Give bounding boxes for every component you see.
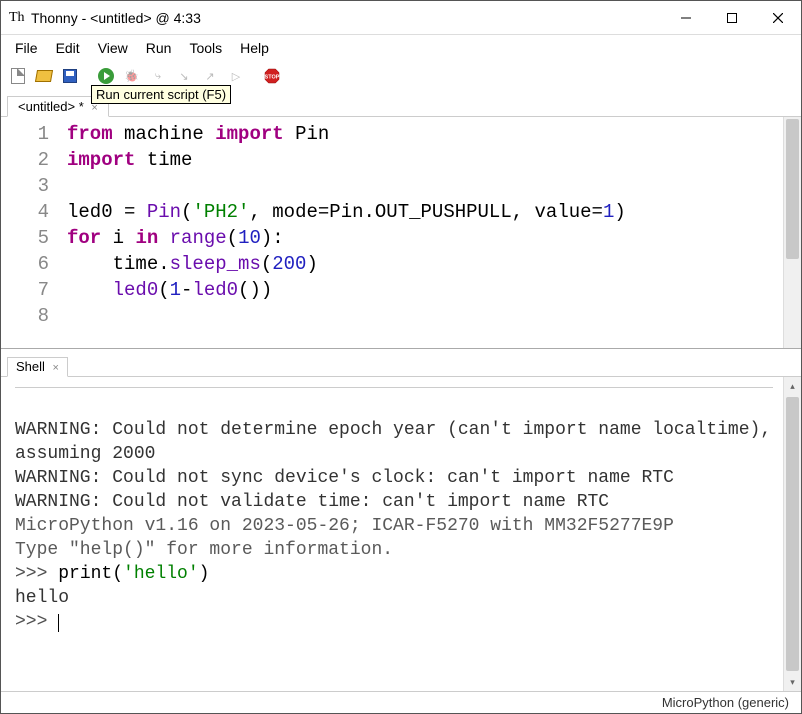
save-icon bbox=[63, 69, 77, 83]
code-editor[interactable]: from machine import Pinimport time led0 … bbox=[59, 117, 783, 348]
run-icon bbox=[98, 68, 114, 84]
code-line[interactable]: from machine import Pin bbox=[67, 121, 775, 147]
shell-scrollbar[interactable]: ▴ ▾ bbox=[783, 377, 801, 691]
status-bar: MicroPython (generic) bbox=[1, 691, 801, 713]
interpreter-label[interactable]: MicroPython (generic) bbox=[662, 695, 789, 710]
app-icon: Th bbox=[9, 10, 25, 26]
resume-button[interactable]: ▷ bbox=[225, 65, 247, 87]
resume-icon: ▷ bbox=[228, 68, 244, 84]
step-out-icon: ↗ bbox=[202, 68, 218, 84]
line-number: 5 bbox=[1, 225, 49, 251]
editor-tab-label: <untitled> * bbox=[18, 99, 84, 114]
step-over-button[interactable]: ⤷ bbox=[147, 65, 169, 87]
scroll-up-icon[interactable]: ▴ bbox=[784, 377, 801, 395]
editor-area: 12345678 from machine import Pinimport t… bbox=[1, 117, 801, 349]
scrollbar-thumb[interactable] bbox=[786, 119, 799, 259]
menu-file[interactable]: File bbox=[7, 38, 46, 58]
line-number: 8 bbox=[1, 303, 49, 329]
shell-line: WARNING: Could not validate time: can't … bbox=[15, 490, 773, 514]
shell-tab-label: Shell bbox=[16, 359, 45, 374]
run-script-button[interactable] bbox=[95, 65, 117, 87]
title-bar: Th Thonny - <untitled> @ 4:33 bbox=[1, 1, 801, 35]
shell-line: WARNING: Could not sync device's clock: … bbox=[15, 466, 773, 490]
scrollbar-thumb[interactable] bbox=[786, 397, 799, 671]
window-title: Thonny - <untitled> @ 4:33 bbox=[31, 10, 201, 26]
stop-button[interactable]: STOP bbox=[261, 65, 283, 87]
stop-icon: STOP bbox=[264, 68, 280, 84]
code-line[interactable]: time.sleep_ms(200) bbox=[67, 251, 775, 277]
toolbar: ⤷ ↘ ↗ ▷ STOP Run current script (F5) bbox=[1, 61, 801, 91]
menu-edit[interactable]: Edit bbox=[48, 38, 88, 58]
shell-cursor bbox=[58, 614, 59, 632]
minimize-icon bbox=[681, 13, 691, 23]
editor-gutter: 12345678 bbox=[1, 117, 59, 348]
code-line[interactable]: led0 = Pin('PH2', mode=Pin.OUT_PUSHPULL,… bbox=[67, 199, 775, 225]
shell-rule bbox=[15, 387, 773, 388]
debug-icon bbox=[124, 68, 140, 84]
line-number: 7 bbox=[1, 277, 49, 303]
menu-view[interactable]: View bbox=[90, 38, 136, 58]
shell-line: WARNING: Could not determine epoch year … bbox=[15, 418, 773, 466]
close-button[interactable] bbox=[755, 2, 801, 34]
shell-line: hello bbox=[15, 586, 773, 610]
open-folder-icon bbox=[35, 70, 53, 82]
shell-output[interactable]: WARNING: Could not determine epoch year … bbox=[1, 377, 783, 691]
editor-scrollbar[interactable] bbox=[783, 117, 801, 348]
step-into-icon: ↘ bbox=[176, 68, 192, 84]
new-file-button[interactable] bbox=[7, 65, 29, 87]
line-number: 4 bbox=[1, 199, 49, 225]
shell-line: MicroPython v1.16 on 2023-05-26; ICAR-F5… bbox=[15, 514, 773, 538]
debug-button[interactable] bbox=[121, 65, 143, 87]
maximize-button[interactable] bbox=[709, 2, 755, 34]
step-into-button[interactable]: ↘ bbox=[173, 65, 195, 87]
svg-text:STOP: STOP bbox=[265, 75, 280, 81]
menu-tools[interactable]: Tools bbox=[181, 38, 230, 58]
step-over-icon: ⤷ bbox=[150, 68, 166, 84]
code-line[interactable] bbox=[67, 303, 775, 329]
line-number: 1 bbox=[1, 121, 49, 147]
line-number: 2 bbox=[1, 147, 49, 173]
shell-line[interactable]: >>> bbox=[15, 610, 773, 634]
step-out-button[interactable]: ↗ bbox=[199, 65, 221, 87]
shell-line: Type "help()" for more information. bbox=[15, 538, 773, 562]
menu-run[interactable]: Run bbox=[138, 38, 180, 58]
shell-tabs: Shell × bbox=[1, 353, 801, 377]
shell-area: WARNING: Could not determine epoch year … bbox=[1, 377, 801, 691]
code-line[interactable]: for i in range(10): bbox=[67, 225, 775, 251]
maximize-icon bbox=[727, 13, 737, 23]
menu-help[interactable]: Help bbox=[232, 38, 277, 58]
shell-tab[interactable]: Shell × bbox=[7, 357, 68, 377]
close-icon bbox=[773, 13, 783, 23]
line-number: 3 bbox=[1, 173, 49, 199]
new-file-icon bbox=[11, 68, 25, 84]
line-number: 6 bbox=[1, 251, 49, 277]
scroll-down-icon[interactable]: ▾ bbox=[784, 673, 801, 691]
code-line[interactable]: led0(1-led0()) bbox=[67, 277, 775, 303]
close-shell-icon[interactable]: × bbox=[53, 362, 59, 374]
minimize-button[interactable] bbox=[663, 2, 709, 34]
open-file-button[interactable] bbox=[33, 65, 55, 87]
menu-bar: FileEditViewRunToolsHelp bbox=[1, 35, 801, 61]
run-tooltip: Run current script (F5) bbox=[91, 85, 231, 104]
shell-line: >>> print('hello') bbox=[15, 562, 773, 586]
code-line[interactable] bbox=[67, 173, 775, 199]
code-line[interactable]: import time bbox=[67, 147, 775, 173]
save-file-button[interactable] bbox=[59, 65, 81, 87]
